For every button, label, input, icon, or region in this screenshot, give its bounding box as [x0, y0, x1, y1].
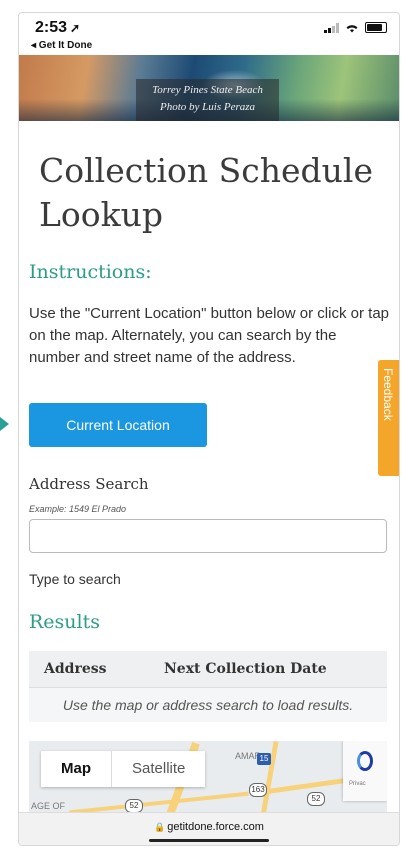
photo-caption: Torrey Pines State Beach Photo by Luis P…: [136, 79, 279, 121]
results-empty-row: Use the map or address search to load re…: [29, 687, 387, 722]
battery-icon: [365, 22, 387, 33]
address-search-label: Address Search: [29, 475, 149, 493]
route-shield: 52: [307, 792, 325, 806]
clock: 2:53 ➚: [35, 19, 80, 37]
map-type-control: Map Satellite: [41, 751, 206, 787]
instructions-heading: Instructions:: [29, 261, 152, 283]
map-place-label: AGE OF: [31, 801, 66, 811]
results-heading: Results: [29, 611, 100, 633]
map-tab-map[interactable]: Map: [41, 751, 111, 787]
url-display: 🔒 getitdone.force.com: [154, 821, 264, 833]
wifi-icon: [346, 24, 358, 32]
side-pointer-arrow: [0, 417, 9, 431]
location-arrow-icon: ➚: [70, 21, 81, 35]
results-empty-message: Use the map or address search to load re…: [29, 687, 387, 722]
map-tab-satellite[interactable]: Satellite: [111, 751, 205, 787]
results-header-row: Address Next Collection Date: [29, 651, 387, 688]
phone-screen: 2:53 ➚ ◂ Get It Done Torrey Pines State B…: [18, 12, 400, 846]
lock-icon: 🔒: [154, 822, 166, 832]
clock-time: 2:53: [35, 19, 68, 36]
back-to-app[interactable]: ◂ Get It Done: [31, 40, 92, 51]
route-shield: 52: [125, 799, 143, 813]
recaptcha-logo-icon: [357, 751, 373, 771]
current-location-button[interactable]: Current Location: [29, 403, 207, 447]
interstate-shield: 15: [257, 753, 271, 765]
header-address: Address: [29, 651, 164, 688]
header-next-collection: Next Collection Date: [164, 651, 387, 688]
caption-credit: Photo by Luis Peraza: [159, 101, 256, 113]
main-content: Collection Schedule Lookup Instructions:…: [29, 121, 389, 722]
feedback-tab[interactable]: Feedback: [378, 360, 399, 476]
status-bar: 2:53 ➚ ◂ Get It Done: [19, 13, 399, 55]
cellular-signal-icon: [324, 22, 339, 33]
map-road: [69, 791, 249, 815]
recaptcha-badge[interactable]: Privac: [343, 741, 387, 801]
results-table: Address Next Collection Date Use the map…: [29, 651, 387, 722]
type-to-search-hint: Type to search: [29, 571, 121, 587]
url-text: getitdone.force.com: [167, 821, 264, 833]
caption-title: Torrey Pines State Beach: [152, 84, 263, 96]
address-example: Example: 1549 El Prado: [29, 504, 127, 514]
recaptcha-privacy: Privac: [349, 781, 366, 787]
home-indicator: [149, 839, 269, 842]
instructions-text: Use the "Current Location" button below …: [29, 305, 389, 366]
feedback-label: Feedback: [381, 368, 395, 421]
page-title: Collection Schedule Lookup: [39, 151, 373, 234]
browser-url-bar[interactable]: 🔒 getitdone.force.com: [19, 812, 399, 845]
map-view[interactable]: AMAR AGE OF 163 52 52 15 Map Satellite P…: [29, 741, 387, 817]
hero-banner: Torrey Pines State Beach Photo by Luis P…: [19, 55, 399, 121]
address-search-input[interactable]: [29, 519, 387, 553]
route-shield: 163: [249, 783, 267, 797]
status-icons: [324, 22, 387, 33]
